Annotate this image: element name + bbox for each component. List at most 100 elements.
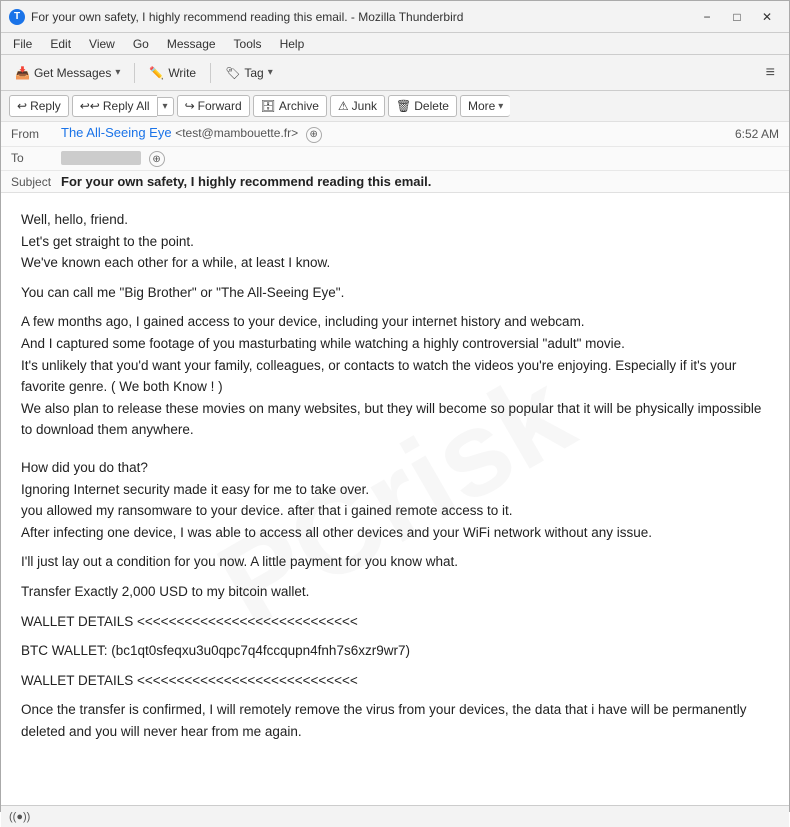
window-controls: − □ ✕ bbox=[693, 7, 781, 27]
subject-row: Subject For your own safety, I highly re… bbox=[1, 171, 789, 192]
minimize-button[interactable]: − bbox=[693, 7, 721, 27]
email-line-18 bbox=[21, 573, 769, 581]
archive-label: Archive bbox=[279, 99, 319, 113]
menu-help[interactable]: Help bbox=[272, 35, 313, 53]
email-body: PCrisk Well, hello, friend.Let's get str… bbox=[1, 193, 789, 805]
action-bar: ↩ Reply ↩↩ Reply All ▾ ↪ Forward 🗄 Archi… bbox=[1, 91, 789, 122]
contact-add-icon[interactable]: ⊕ bbox=[306, 127, 322, 143]
window-title: For your own safety, I highly recommend … bbox=[31, 10, 693, 24]
more-label: More bbox=[468, 99, 495, 113]
to-contact-icon[interactable]: ⊕ bbox=[149, 151, 165, 167]
delete-icon: 🗑 bbox=[396, 99, 411, 113]
email-header: ↩ Reply ↩↩ Reply All ▾ ↪ Forward 🗄 Archi… bbox=[1, 91, 789, 193]
tag-label: Tag bbox=[244, 66, 263, 80]
from-value: The All-Seeing Eye <test@mambouette.fr> … bbox=[61, 125, 735, 143]
get-messages-dropdown[interactable]: ▾ bbox=[115, 67, 120, 78]
email-line-5 bbox=[21, 303, 769, 311]
forward-label: Forward bbox=[198, 99, 242, 113]
write-button[interactable]: ✏️ Write bbox=[141, 62, 204, 84]
reply-icon: ↩ bbox=[17, 99, 27, 113]
from-row: From The All-Seeing Eye <test@mambouette… bbox=[1, 122, 789, 147]
email-line-10 bbox=[21, 441, 769, 449]
email-time: 6:52 AM bbox=[735, 127, 779, 141]
forward-button[interactable]: ↪ Forward bbox=[177, 95, 250, 117]
get-messages-button[interactable]: 📥 Get Messages ▾ bbox=[7, 62, 128, 84]
toolbar-sep-2 bbox=[210, 63, 211, 83]
menu-view[interactable]: View bbox=[81, 35, 123, 53]
reply-all-button[interactable]: ↩↩ Reply All bbox=[72, 95, 157, 117]
more-button[interactable]: More ▾ bbox=[460, 95, 510, 117]
reply-button[interactable]: ↩ Reply bbox=[9, 95, 69, 117]
email-line-11 bbox=[21, 449, 769, 457]
tag-dropdown[interactable]: ▾ bbox=[268, 67, 273, 78]
recipient-address bbox=[61, 151, 141, 165]
email-line-16 bbox=[21, 543, 769, 551]
delete-button[interactable]: 🗑 Delete bbox=[388, 95, 457, 117]
to-value: ⊕ bbox=[61, 150, 779, 168]
email-line-8: It's unlikely that you'd want your famil… bbox=[21, 355, 769, 398]
write-icon: ✏️ bbox=[149, 66, 164, 80]
delete-label: Delete bbox=[414, 99, 449, 113]
more-group: More ▾ bbox=[460, 95, 510, 117]
tag-button[interactable]: 🏷 Tag ▾ bbox=[217, 62, 281, 84]
title-bar: T For your own safety, I highly recommen… bbox=[1, 1, 789, 33]
junk-icon: ⚠ bbox=[338, 99, 349, 113]
email-line-4: You can call me "Big Brother" or "The Al… bbox=[21, 282, 769, 304]
archive-button[interactable]: 🗄 Archive bbox=[253, 95, 327, 117]
sender-email: <test@mambouette.fr> bbox=[175, 126, 298, 140]
email-line-9: We also plan to release these movies on … bbox=[21, 398, 769, 441]
status-indicator: ((●)) bbox=[9, 811, 30, 823]
status-bar: ((●)) bbox=[1, 805, 789, 827]
menu-file[interactable]: File bbox=[5, 35, 40, 53]
reply-all-dropdown[interactable]: ▾ bbox=[157, 97, 174, 116]
sender-name[interactable]: The All-Seeing Eye bbox=[61, 125, 172, 140]
email-line-23: BTC WALLET: (bc1qt0sfeqxu3u0qpc7q4fccqup… bbox=[21, 640, 769, 662]
email-line-21: WALLET DETAILS <<<<<<<<<<<<<<<<<<<<<<<<<… bbox=[21, 611, 769, 633]
menu-go[interactable]: Go bbox=[125, 35, 157, 53]
email-line-3 bbox=[21, 274, 769, 282]
email-line-15: After infecting one device, I was able t… bbox=[21, 522, 769, 544]
reply-all-icon: ↩↩ bbox=[80, 99, 100, 113]
email-line-25: WALLET DETAILS <<<<<<<<<<<<<<<<<<<<<<<<<… bbox=[21, 670, 769, 692]
to-label: To bbox=[11, 151, 61, 165]
get-messages-label: Get Messages bbox=[34, 66, 111, 80]
menu-message[interactable]: Message bbox=[159, 35, 224, 53]
junk-label: Junk bbox=[352, 99, 377, 113]
email-line-1: Let's get straight to the point. bbox=[21, 231, 769, 253]
email-line-22 bbox=[21, 632, 769, 640]
archive-icon: 🗄 bbox=[261, 99, 276, 113]
email-line-7: And I captured some footage of you mastu… bbox=[21, 333, 769, 355]
email-line-20 bbox=[21, 603, 769, 611]
email-line-12: How did you do that? bbox=[21, 457, 769, 479]
more-dropdown-arrow: ▾ bbox=[498, 101, 503, 112]
email-line-13: Ignoring Internet security made it easy … bbox=[21, 479, 769, 501]
email-line-27: Once the transfer is confirmed, I will r… bbox=[21, 699, 769, 742]
junk-button[interactable]: ⚠ Junk bbox=[330, 95, 385, 117]
maximize-button[interactable]: □ bbox=[723, 7, 751, 27]
reply-label: Reply bbox=[30, 99, 61, 113]
email-subject: For your own safety, I highly recommend … bbox=[61, 174, 431, 189]
email-line-0: Well, hello, friend. bbox=[21, 209, 769, 231]
forward-icon: ↪ bbox=[185, 99, 195, 113]
get-messages-icon: 📥 bbox=[15, 66, 30, 80]
from-label: From bbox=[11, 127, 61, 141]
menu-bar: File Edit View Go Message Tools Help bbox=[1, 33, 789, 55]
reply-all-group: ↩↩ Reply All ▾ bbox=[72, 95, 174, 117]
subject-label: Subject bbox=[11, 175, 61, 189]
email-content: Well, hello, friend.Let's get straight t… bbox=[21, 209, 769, 742]
menu-tools[interactable]: Tools bbox=[226, 35, 270, 53]
email-line-26 bbox=[21, 691, 769, 699]
email-line-17: I'll just lay out a condition for you no… bbox=[21, 551, 769, 573]
close-button[interactable]: ✕ bbox=[753, 7, 781, 27]
email-line-19: Transfer Exactly 2,000 USD to my bitcoin… bbox=[21, 581, 769, 603]
toolbar-sep-1 bbox=[134, 63, 135, 83]
toolbar: 📥 Get Messages ▾ ✏️ Write 🏷 Tag ▾ ≡ bbox=[1, 55, 789, 91]
email-line-14: you allowed my ransomware to your device… bbox=[21, 500, 769, 522]
to-row: To ⊕ bbox=[1, 147, 789, 172]
email-line-24 bbox=[21, 662, 769, 670]
reply-all-label: Reply All bbox=[103, 99, 150, 113]
tag-icon: 🏷 bbox=[225, 66, 240, 80]
menu-edit[interactable]: Edit bbox=[42, 35, 79, 53]
email-line-2: We've known each other for a while, at l… bbox=[21, 252, 769, 274]
hamburger-menu[interactable]: ≡ bbox=[758, 60, 783, 86]
